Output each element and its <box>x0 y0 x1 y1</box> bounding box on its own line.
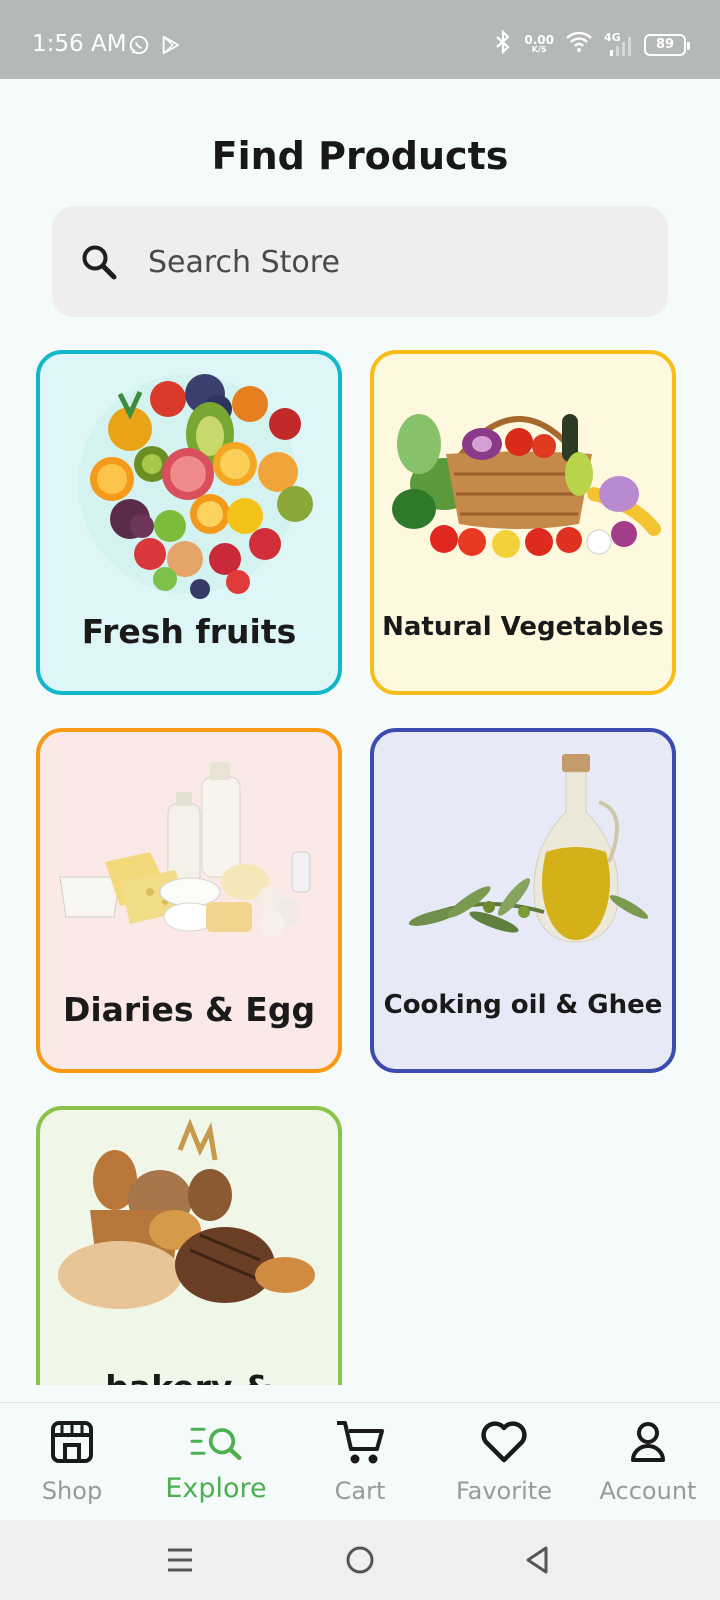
category-card-bakery-snacks[interactable]: bakery & Snacks <box>36 1106 342 1385</box>
system-navigation-bar <box>0 1520 720 1600</box>
category-card-natural-vegetables[interactable]: Natural Vegetables <box>370 350 676 695</box>
nav-favorite[interactable]: Favorite <box>432 1403 576 1521</box>
play-store-icon <box>160 34 182 61</box>
category-label: Natural Vegetables <box>382 612 664 642</box>
search-input[interactable] <box>148 238 628 286</box>
back-icon[interactable] <box>518 1542 558 1578</box>
person-icon <box>621 1417 675 1467</box>
nav-cart[interactable]: Cart <box>288 1403 432 1521</box>
status-time: 1:56 AM <box>32 31 127 57</box>
nav-explore[interactable]: Explore <box>144 1403 288 1521</box>
home-icon[interactable] <box>340 1542 380 1578</box>
cart-icon <box>333 1417 387 1467</box>
status-bar: 1:56 AM 0.00 K/S 4G 89 <box>0 0 720 79</box>
category-label: Diaries & Egg <box>62 990 316 1029</box>
store-icon <box>45 1417 99 1467</box>
battery-icon: 89 <box>644 33 690 56</box>
page-title: Find Products <box>211 134 509 178</box>
bottom-navigation: Shop Explore Cart Favorite Account <box>0 1402 720 1520</box>
category-label: Cooking oil & Ghee <box>383 990 663 1020</box>
search-icon <box>80 243 118 281</box>
heart-icon <box>477 1417 531 1467</box>
category-card-diaries-egg[interactable]: Diaries & Egg <box>36 728 342 1073</box>
nav-account[interactable]: Account <box>576 1403 720 1521</box>
bread-image <box>58 1118 315 1309</box>
bluetooth-icon <box>494 29 512 59</box>
category-grid: Fresh fruits Natural Vegetables Diaries … <box>0 330 720 1385</box>
category-card-fresh-fruits[interactable]: Fresh fruits <box>36 350 342 695</box>
nav-shop[interactable]: Shop <box>0 1403 144 1521</box>
wifi-icon <box>566 31 592 57</box>
net-speed: 0.00 K/S <box>524 32 554 54</box>
category-label: Fresh fruits <box>81 612 297 651</box>
category-card-cooking-oil-ghee[interactable]: Cooking oil & Ghee <box>370 728 676 1073</box>
menu-icon[interactable] <box>160 1542 200 1578</box>
explore-icon <box>189 1417 243 1467</box>
signal-icon: 4G <box>604 31 632 57</box>
whatsapp-icon <box>128 34 150 61</box>
category-label: bakery & Snacks <box>40 1368 338 1385</box>
